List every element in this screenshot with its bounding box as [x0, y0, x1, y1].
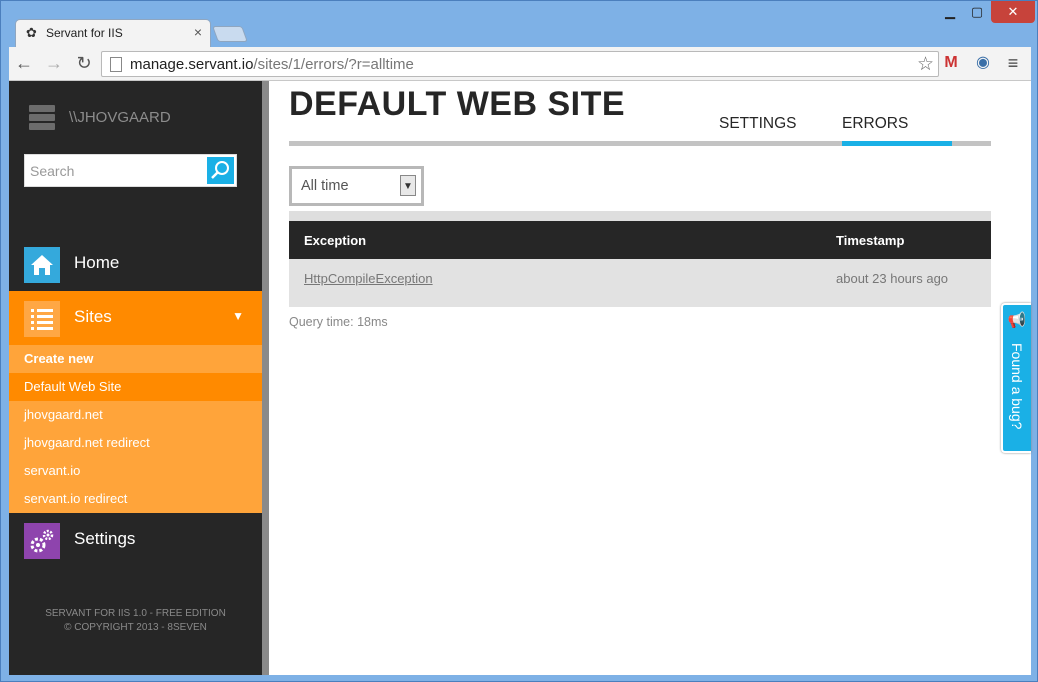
forward-icon[interactable]: → — [43, 52, 65, 74]
page-title: DEFAULT WEB SITE — [289, 85, 626, 123]
home-icon — [24, 247, 60, 283]
sidebar-item-label: Settings — [74, 529, 136, 548]
maximize-button[interactable]: ▢ — [964, 1, 990, 23]
sidebar-footer: SERVANT FOR IIS 1.0 - FREE EDITION © COP… — [9, 607, 262, 635]
tab-title: Servant for IIS — [46, 26, 123, 40]
sidebar-item-label: Sites — [74, 307, 112, 326]
timestamp-cell: about 23 hours ago — [836, 271, 949, 286]
sidebar-item-create-new[interactable]: Create new — [9, 345, 262, 373]
select-value: All time — [301, 178, 349, 194]
sidebar-item-label: Home — [74, 253, 120, 272]
url-path: /sites/1/errors/?r=alltime — [253, 56, 414, 73]
sidebar-item-home[interactable]: Home — [9, 237, 262, 291]
feedback-tab[interactable]: 📢 Found a bug? — [1001, 303, 1031, 453]
new-tab-button[interactable] — [212, 26, 248, 42]
address-bar[interactable]: manage.servant.io/sites/1/errors/?r=allt… — [101, 51, 939, 77]
page-favicon-icon: ✿ — [26, 25, 37, 40]
chevron-down-icon[interactable]: ▼ — [400, 175, 416, 196]
search-input[interactable] — [25, 155, 207, 186]
sidebar-item-sites[interactable]: Sites ▼ — [9, 291, 262, 345]
search-icon — [211, 161, 229, 179]
exception-link[interactable]: HttpCompileException — [304, 271, 433, 286]
query-time: Query time: 18ms — [289, 315, 388, 329]
url-host: manage.servant.io — [130, 56, 254, 73]
sidebar-item-jhovgaard-net-redirect[interactable]: jhovgaard.net redirect — [9, 429, 262, 457]
tab-errors[interactable]: ERRORS — [842, 115, 908, 133]
bookmark-star-icon[interactable]: ☆ — [917, 53, 934, 76]
megaphone-icon: 📢 — [1007, 312, 1027, 329]
time-range-select[interactable]: All time ▼ — [289, 166, 424, 206]
browser-window: ✿ Servant for IIS × ▁ ▢ ✕ ← → ↻ manage.s… — [0, 0, 1038, 682]
footer-copyright: © COPYRIGHT 2013 - 8SEVEN — [64, 622, 207, 633]
table-header: Exception Timestamp — [289, 221, 991, 259]
sidebar-item-jhovgaard-net[interactable]: jhovgaard.net — [9, 401, 262, 429]
sites-submenu: Create new Default Web Site jhovgaard.ne… — [9, 345, 262, 513]
server-icon — [29, 105, 55, 131]
gmail-icon[interactable]: M — [940, 53, 962, 73]
tab-settings[interactable]: SETTINGS — [719, 115, 797, 133]
reload-icon[interactable]: ↻ — [73, 52, 95, 74]
sidebar-item-servant-io[interactable]: servant.io — [9, 457, 262, 485]
active-tab-indicator — [842, 141, 952, 146]
browser-toolbar: ← → ↻ manage.servant.io/sites/1/errors/?… — [9, 47, 1031, 81]
back-icon[interactable]: ← — [13, 52, 35, 74]
search-button[interactable] — [207, 157, 234, 184]
sidebar: \\JHOVGAARD Home — [9, 81, 262, 675]
table-top-bar — [289, 211, 991, 221]
search-box — [24, 154, 237, 187]
column-header-timestamp: Timestamp — [836, 233, 905, 248]
column-header-exception: Exception — [304, 233, 367, 248]
page-icon — [110, 57, 122, 72]
footer-edition: SERVANT FOR IIS 1.0 - FREE EDITION — [45, 608, 226, 619]
close-window-button[interactable]: ✕ — [991, 1, 1035, 23]
menu-icon[interactable]: ≡ — [1002, 53, 1024, 73]
sidebar-item-default-web-site[interactable]: Default Web Site — [9, 373, 262, 401]
sidebar-divider — [262, 81, 269, 675]
server-name: \\JHOVGAARD — [69, 109, 171, 126]
browser-tab[interactable]: ✿ Servant for IIS × — [15, 19, 211, 47]
url-text: manage.servant.io/sites/1/errors/?r=allt… — [130, 56, 414, 73]
sidebar-item-settings[interactable]: Settings — [9, 513, 262, 567]
feedback-label: Found a bug? — [1009, 343, 1025, 430]
list-icon — [24, 301, 60, 337]
gears-icon — [24, 523, 60, 559]
title-bar: ✿ Servant for IIS × ▁ ▢ ✕ — [1, 1, 1037, 47]
globe-icon[interactable]: ◉ — [972, 53, 994, 73]
minimize-button[interactable]: ▁ — [937, 1, 963, 23]
page-content: \\JHOVGAARD Home — [9, 81, 1031, 675]
chevron-down-icon: ▼ — [232, 309, 244, 323]
main-content: DEFAULT WEB SITE SETTINGS ERRORS All tim… — [269, 81, 1031, 675]
sidebar-item-servant-io-redirect[interactable]: servant.io redirect — [9, 485, 262, 513]
close-tab-icon[interactable]: × — [194, 24, 202, 40]
table-row: HttpCompileException about 23 hours ago — [289, 259, 991, 307]
